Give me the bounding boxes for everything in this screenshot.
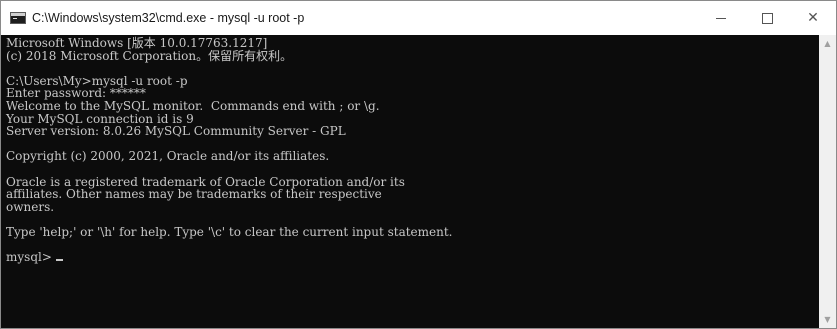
console-line: Server version: 8.0.26 MySQL Community S… <box>6 124 346 139</box>
close-button[interactable]: ✕ <box>790 1 836 35</box>
vertical-scrollbar[interactable]: ▲ ▼ <box>819 35 836 328</box>
console-line: Microsoft Windows [版本 10.0.17763.1217] <box>6 36 268 50</box>
close-icon: ✕ <box>807 10 819 26</box>
console-line: Type 'help;' or '\h' for help. Type '\c'… <box>6 224 453 239</box>
window-title: C:\Windows\system32\cmd.exe - mysql -u r… <box>32 11 305 25</box>
console-line: owners. <box>6 199 55 214</box>
console-output[interactable]: Microsoft Windows [版本 10.0.17763.1217] (… <box>1 35 819 328</box>
cmd-app-icon[interactable] <box>10 12 26 24</box>
title-bar[interactable]: C:\Windows\system32\cmd.exe - mysql -u r… <box>1 1 836 35</box>
console-line: (c) 2018 Microsoft Corporation。保留所有权利。 <box>6 48 293 63</box>
scroll-up-button[interactable]: ▲ <box>819 35 836 52</box>
chevron-up-icon: ▲ <box>824 39 831 48</box>
maximize-button[interactable] <box>744 1 790 35</box>
chevron-down-icon: ▼ <box>824 315 831 324</box>
window-controls: ✕ <box>698 1 836 35</box>
mysql-prompt: mysql> <box>6 250 56 265</box>
console-line: Copyright (c) 2000, 2021, Oracle and/or … <box>6 149 330 164</box>
minimize-button[interactable] <box>698 1 744 35</box>
prompt-line[interactable]: mysql> <box>6 251 819 264</box>
console-window: C:\Windows\system32\cmd.exe - mysql -u r… <box>0 0 837 329</box>
console-line: Welcome to the MySQL monitor. Commands e… <box>6 98 380 113</box>
console-line: affiliates. Other names may be trademark… <box>6 187 382 202</box>
scroll-down-button[interactable]: ▼ <box>819 311 836 328</box>
text-cursor <box>55 259 63 262</box>
